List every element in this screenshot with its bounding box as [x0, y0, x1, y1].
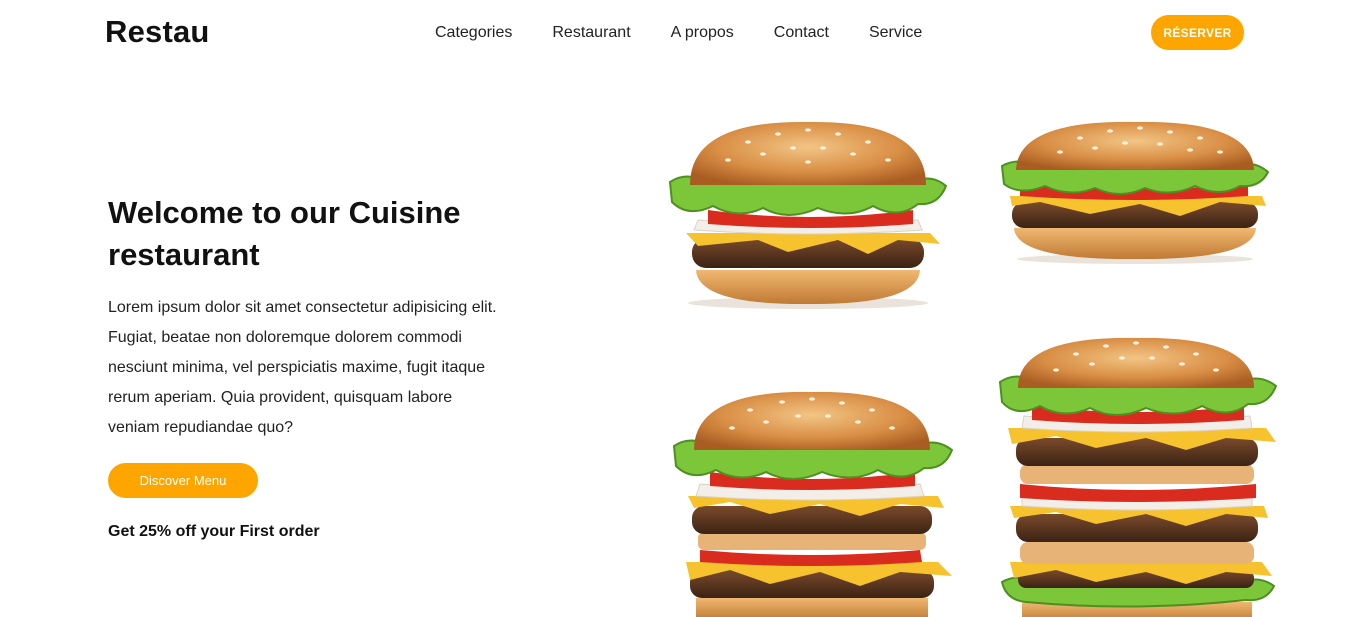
nav-item-a-propos[interactable]: A propos — [671, 24, 734, 42]
discover-menu-button[interactable]: Discover Menu — [108, 463, 258, 498]
hero-title: Welcome to our Cuisine restaurant — [108, 195, 461, 272]
nav-item-categories[interactable]: Categories — [435, 24, 512, 42]
burger-icon — [1000, 121, 1270, 264]
main-nav: Categories Restaurant A propos Contact S… — [435, 24, 962, 42]
double-burger-icon — [672, 391, 954, 617]
nav-item-contact[interactable]: Contact — [774, 24, 829, 42]
reserve-button[interactable]: RÉSERVER — [1151, 15, 1244, 50]
nav-item-service[interactable]: Service — [869, 24, 922, 42]
brand-logo[interactable]: Restau — [105, 14, 210, 50]
nav-item-restaurant[interactable]: Restaurant — [552, 24, 630, 42]
offer-text: Get 25% off your First order — [108, 523, 320, 540]
triple-burger-icon — [998, 337, 1278, 617]
top-navigation-bar: Restau Categories Restaurant A propos Co… — [0, 0, 1347, 66]
hero-description: Lorem ipsum dolor sit amet consectetur a… — [108, 299, 497, 436]
burger-icon — [668, 121, 948, 309]
